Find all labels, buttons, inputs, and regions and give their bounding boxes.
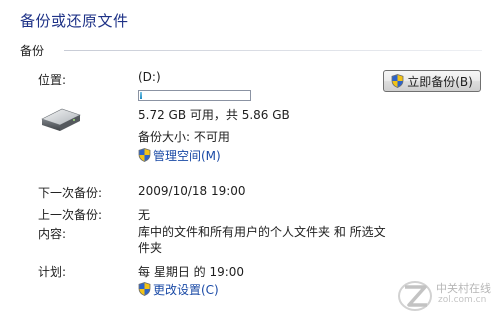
next-backup-label: 下一次备份: [38, 186, 103, 200]
backup-section-header: 备份 [20, 42, 482, 59]
change-settings-link-label[interactable]: 更改设置(C) [153, 281, 219, 298]
uac-shield-icon [138, 282, 151, 296]
hard-drive-icon [41, 108, 81, 131]
section-label: 备份 [20, 42, 51, 59]
schedule-label: 计划: [38, 265, 67, 279]
disk-usage-meter-fill [140, 92, 142, 99]
backup-size-text: 备份大小: 不可用 [138, 130, 230, 144]
zol-logo-icon [398, 281, 432, 311]
backup-restore-page: 备份或还原文件 备份 位置: (D:) 5.72 GB 可用，共 5.86 GB… [0, 0, 500, 318]
backup-now-button-label: 立即备份(B) [407, 74, 473, 89]
watermark-text: 中关村在线 [436, 282, 491, 295]
disk-usage-meter [138, 90, 251, 101]
schedule-value: 每 星期日 的 19:00 [138, 265, 245, 279]
backup-now-button[interactable]: 立即备份(B) [383, 70, 481, 92]
page-title: 备份或还原文件 [20, 12, 129, 30]
contents-value: 库中的文件和所有用户的个人文件夹 和 所选文件夹 [138, 225, 386, 255]
manage-space-link[interactable]: 管理空间(M) [138, 147, 221, 163]
section-divider [64, 50, 482, 51]
location-label: 位置: [38, 73, 67, 87]
disk-space-text: 5.72 GB 可用，共 5.86 GB [138, 108, 290, 122]
location-value: (D:) [138, 70, 161, 84]
last-backup-label: 上一次备份: [38, 208, 103, 222]
last-backup-value: 无 [138, 208, 151, 222]
uac-shield-icon [138, 148, 151, 162]
next-backup-value: 2009/10/18 19:00 [138, 184, 246, 198]
contents-label: 内容: [38, 227, 67, 241]
watermark-url: zol.com.cn [438, 295, 487, 305]
change-settings-link[interactable]: 更改设置(C) [138, 281, 219, 297]
manage-space-link-label[interactable]: 管理空间(M) [153, 147, 221, 164]
uac-shield-icon [391, 74, 404, 88]
watermark: 中关村在线 zol.com.cn [396, 276, 496, 314]
